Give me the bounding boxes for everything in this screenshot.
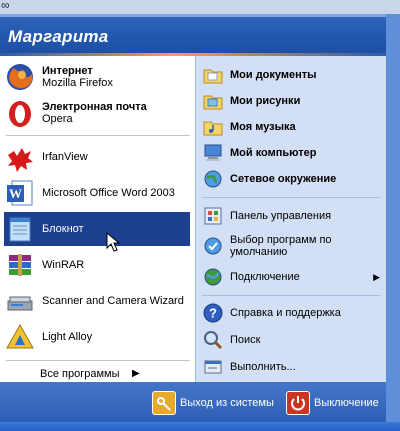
top-strip: ∞ [0,0,400,14]
recent-item-label: WinRAR [42,259,85,271]
pinned-subtitle: Mozilla Firefox [42,77,113,89]
pinned-subtitle: Opera [42,113,73,125]
pinned-item-internet[interactable]: Интернет Mozilla Firefox [4,60,190,94]
firefox-icon [4,61,36,93]
place-label: Сетевое окружение [230,173,337,185]
places-separator [202,197,380,198]
recent-item-label: Scanner and Camera Wizard [42,295,184,307]
place-item-music[interactable]: Моя музыка [202,114,384,140]
recent-item-irfanview[interactable]: IrfanView [4,140,190,174]
user-name: Маргарита [8,27,109,46]
folder-music-icon [202,116,224,138]
computer-icon [202,142,224,164]
all-programs-separator [6,360,190,361]
recent-item-label: IrfanView [42,151,88,163]
control-panel-icon [202,205,224,227]
place-item-network[interactable]: Сетевое окружение [202,166,384,192]
system-item-control-panel[interactable]: Панель управления [202,203,384,229]
light-alloy-icon [4,321,36,353]
tool-label: Выполнить... [230,361,296,373]
arrow-right-icon: ▶ [132,368,140,379]
word-icon: W [4,177,36,209]
logoff-label: Выход из системы [180,397,274,409]
system-label: Выбор программ по умолчанию [230,234,332,258]
winrar-icon [4,249,36,281]
scanner-icon [4,285,36,317]
svg-text:?: ? [209,306,217,321]
default-programs-icon [202,235,224,257]
pinned-separator [6,135,190,136]
run-icon [202,356,224,378]
taskbar [0,422,400,431]
connect-icon [202,266,224,288]
tool-item-search[interactable]: Поиск [202,327,384,353]
place-item-pictures[interactable]: Мои рисунки [202,88,384,114]
pinned-item-email[interactable]: Электронная почта Opera [4,96,190,130]
left-pane: Интернет Mozilla Firefox Электронная почт… [0,56,195,382]
system-item-connect[interactable]: Подключение ▶ [202,264,384,290]
all-programs-button[interactable]: Все программы ▶ [40,368,140,380]
system-label: Панель управления [230,210,332,222]
recent-item-winrar[interactable]: WinRAR [4,248,190,282]
opera-icon [4,97,36,129]
system-label: Подключение [230,271,300,283]
recent-item-label: Light Alloy [42,331,93,343]
tool-item-help[interactable]: ? Справка и поддержка [202,300,384,326]
svg-text:W: W [9,186,22,201]
shutdown-label: Выключение [314,397,379,409]
start-menu: Маргарита Интернет Mozilla Firefox Электр… [0,14,386,422]
window-glyph-icon: ∞ [1,0,10,12]
recent-item-light-alloy[interactable]: Light Alloy [4,320,190,354]
pinned-title: Электронная почта [42,101,147,113]
folder-pictures-icon [202,90,224,112]
start-menu-header: Маргарита [0,14,386,56]
place-label: Мой компьютер [230,147,317,159]
all-programs-label: Все программы [40,368,120,380]
mouse-cursor-icon [106,231,121,255]
pinned-title: Интернет [42,65,93,77]
folder-documents-icon [202,64,224,86]
place-label: Моя музыка [230,121,296,133]
system-separator [202,295,380,296]
submenu-arrow-icon: ▶ [373,271,380,282]
shutdown-button[interactable]: Выключение [286,391,379,415]
recent-item-notepad[interactable]: Блокнот [4,212,190,246]
network-icon [202,168,224,190]
tool-label: Справка и поддержка [230,307,341,319]
system-item-default-programs[interactable]: Выбор программ по умолчанию [202,231,384,261]
key-icon [152,391,176,415]
place-item-computer[interactable]: Мой компьютер [202,140,384,166]
place-item-documents[interactable]: Мои документы [202,62,384,88]
tool-item-run[interactable]: Выполнить... [202,354,384,380]
recent-item-scanner[interactable]: Scanner and Camera Wizard [4,284,190,318]
tool-label: Поиск [230,334,261,346]
irfanview-icon [4,141,36,173]
search-icon [202,329,224,351]
right-pane: Мои документы Мои рисунки Моя музыка Мой… [195,56,386,382]
notepad-icon [4,213,36,245]
logoff-button[interactable]: Выход из системы [152,391,274,415]
recent-item-label: Microsoft Office Word 2003 [42,187,175,199]
power-icon [286,391,310,415]
place-label: Мои рисунки [230,95,301,107]
start-menu-footer: Выход из системы Выключение [0,382,386,422]
recent-item-label: Блокнот [42,223,84,235]
recent-item-word[interactable]: W Microsoft Office Word 2003 [4,176,190,210]
help-icon: ? [202,302,224,324]
place-label: Мои документы [230,69,317,81]
